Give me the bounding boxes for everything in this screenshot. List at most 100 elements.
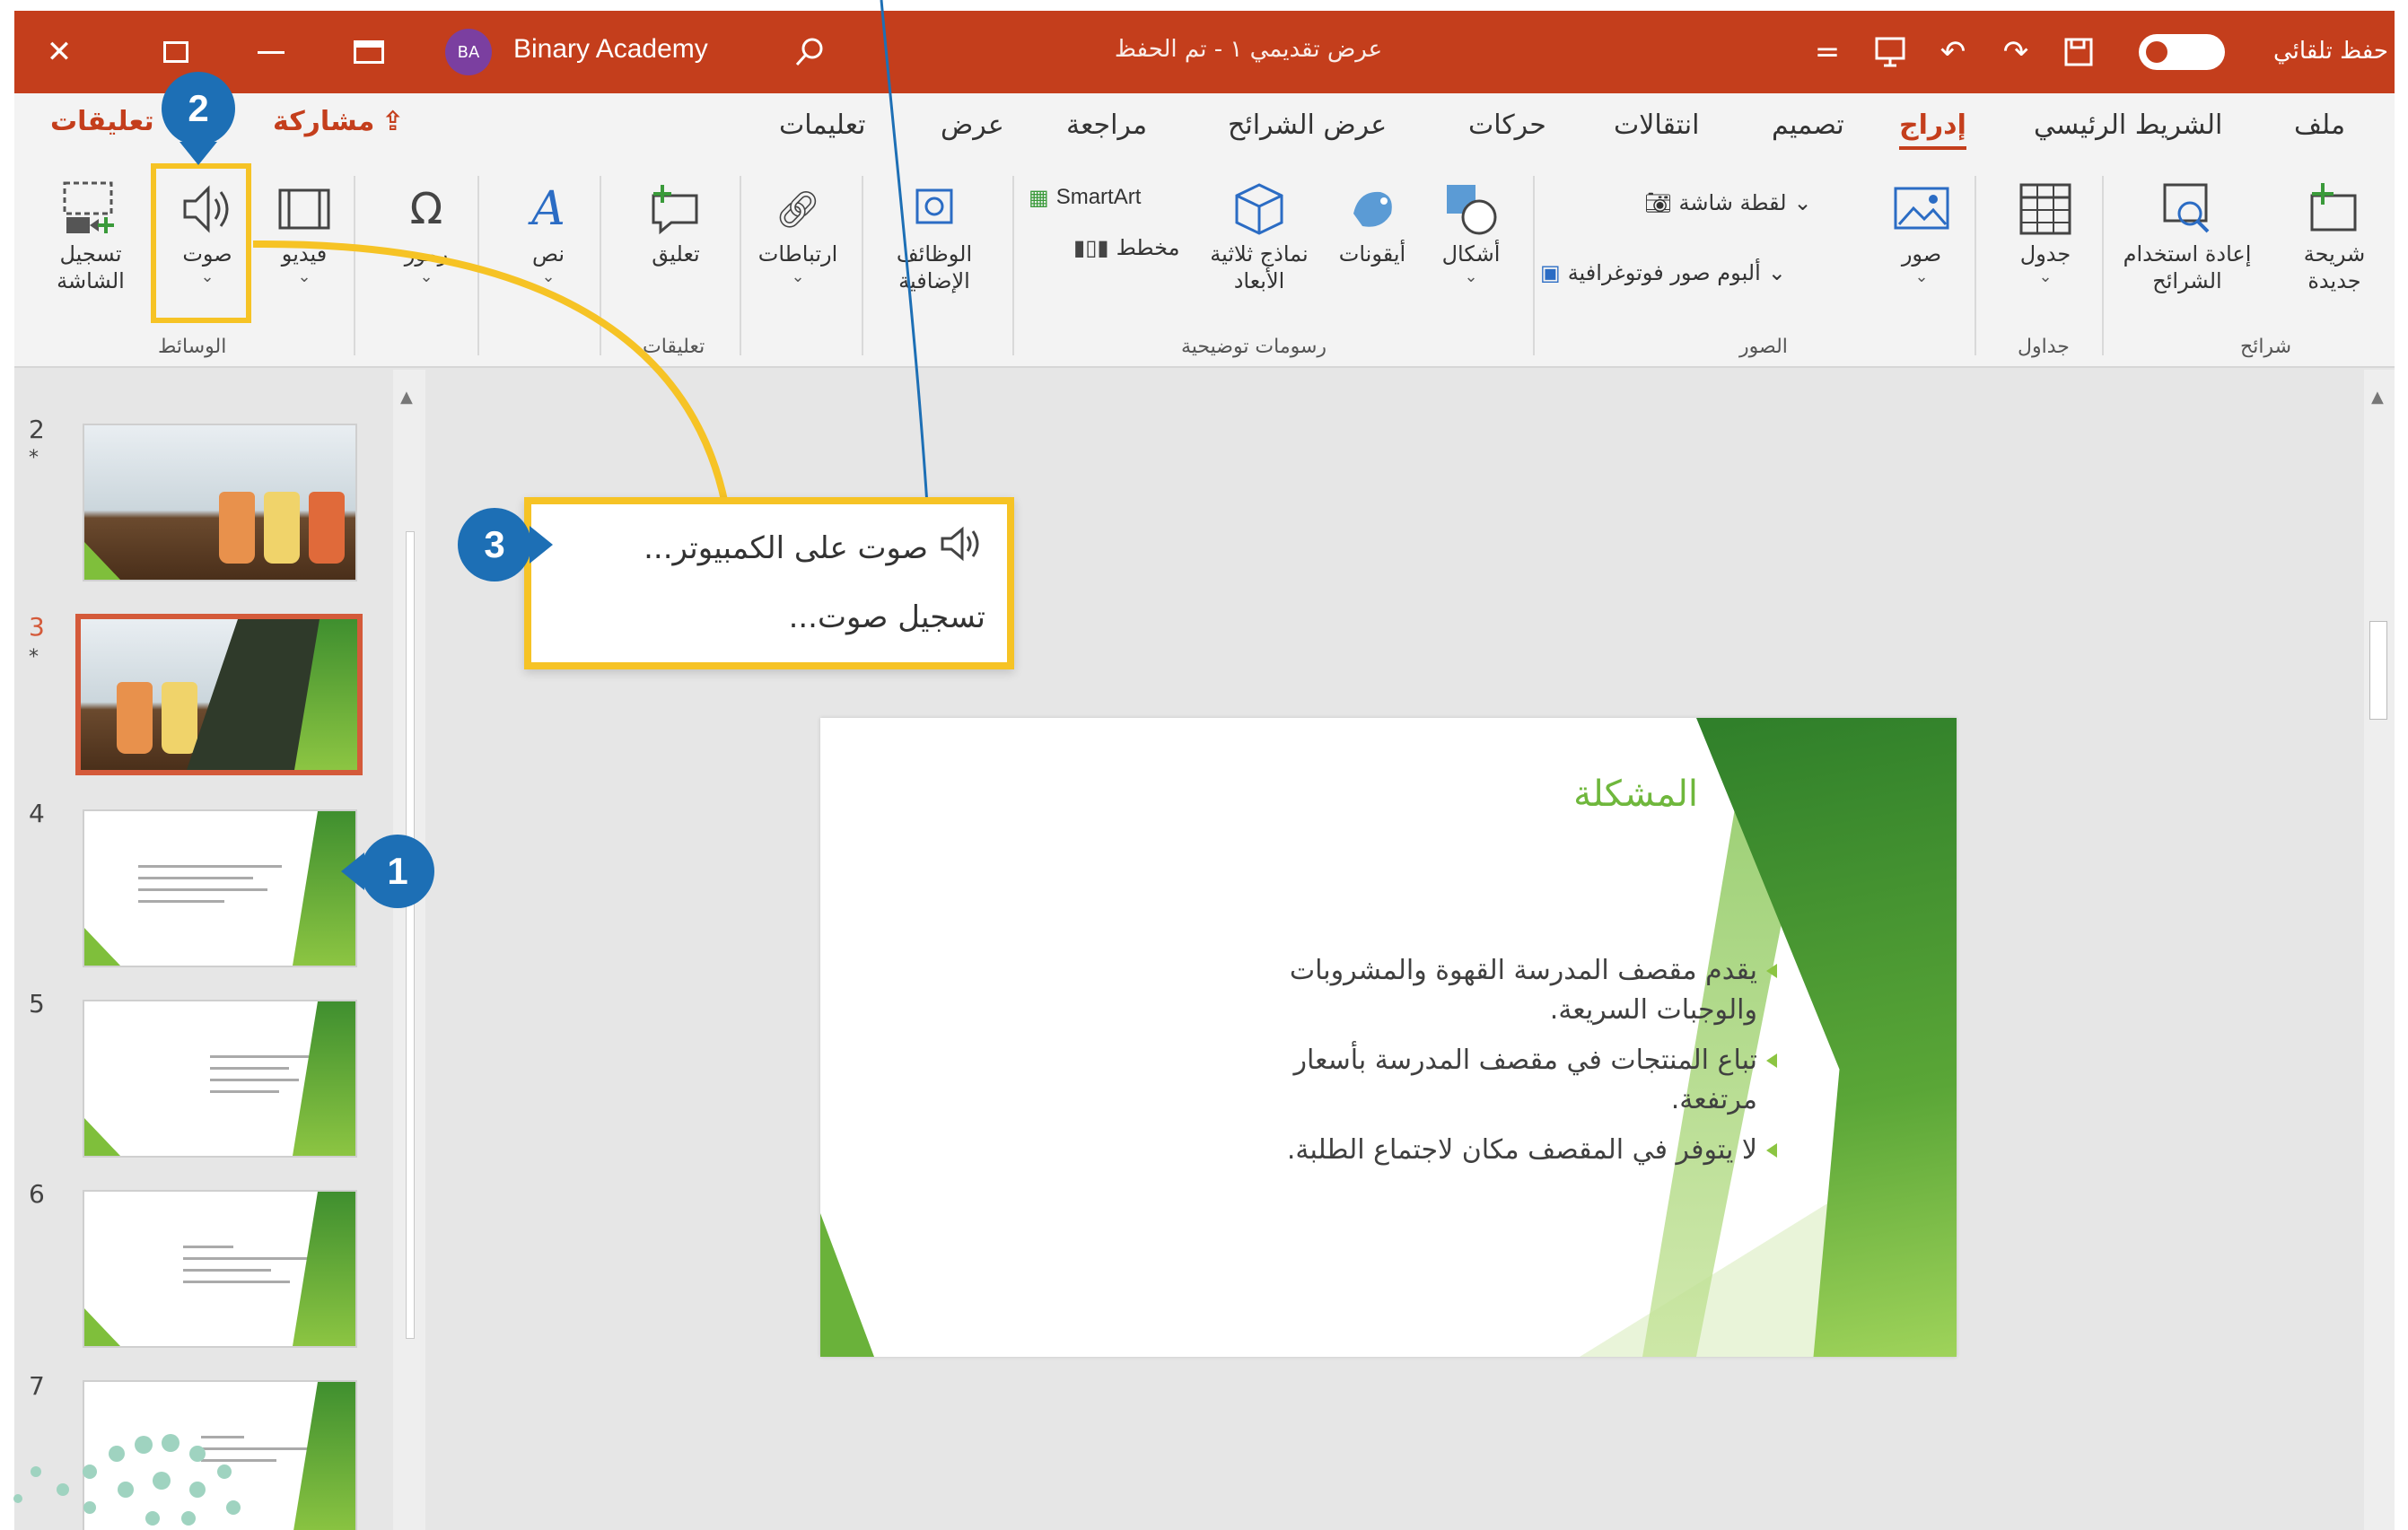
bullet-item[interactable]: تباع المنتجات في مقصف المدرسة بأسعار مرت… <box>1203 1041 1777 1120</box>
ribbon-separator <box>740 176 741 355</box>
audio-on-pc-item[interactable]: صوت على الكمبيوتر... <box>644 524 985 572</box>
autosave-toggle[interactable] <box>2132 11 2231 93</box>
photo-album-button[interactable]: ⌄ ألبوم صور فوتوغرافية ▣ <box>1540 260 1786 285</box>
tab-transitions[interactable]: انتقالات <box>1614 109 1699 141</box>
new-slide-button[interactable]: شريحة جديدة <box>2285 178 2384 330</box>
ribbon-separator <box>1533 176 1535 355</box>
icons-button[interactable]: أيقونات <box>1332 178 1413 330</box>
ribbon-separator <box>2102 176 2104 355</box>
media-group-label: الوسائط <box>158 336 227 358</box>
screen-recording-button[interactable]: تسجيل الشاشة <box>50 178 131 330</box>
comment-button[interactable]: تعليق <box>635 178 716 330</box>
ribbon-separator <box>862 176 863 355</box>
screen-recording-label: تسجيل الشاشة <box>57 241 125 293</box>
chart-label: مخطط <box>1116 235 1180 260</box>
smartart-button[interactable]: SmartArt ▦ <box>1029 185 1141 210</box>
tab-review[interactable]: مراجعة <box>1066 109 1147 141</box>
comments-button[interactable]: تعليقات <box>50 106 154 137</box>
chevron-down-icon: ⌄ <box>1914 267 1929 286</box>
document-title[interactable]: عرض تقديمي ١ - تم الحفظ <box>1046 36 1450 63</box>
step-callout-3: 3 <box>458 508 553 581</box>
present-icon[interactable] <box>1863 11 1917 93</box>
slide-thumbnail-2[interactable] <box>83 424 357 581</box>
chart-button[interactable]: مخطط ▮▯▮ <box>1073 235 1179 260</box>
slide-thumbnail-5[interactable] <box>83 1000 357 1158</box>
ribbon-display-options-icon[interactable] <box>337 11 400 93</box>
slide-thumbnail-3[interactable] <box>75 614 363 775</box>
symbols-label: رموز <box>404 241 449 267</box>
tab-file[interactable]: ملف <box>2294 109 2345 141</box>
3d-models-button[interactable]: نماذج ثلاثية الأبعاد <box>1192 178 1327 330</box>
link-icon: 🔗︎ <box>775 188 821 231</box>
photo-album-icon: ▣ <box>1540 260 1561 285</box>
tab-slideshow[interactable]: عرض الشرائح <box>1228 109 1387 141</box>
text-lines <box>138 865 282 912</box>
step-callout-2: 2 <box>162 72 235 165</box>
tab-home[interactable]: الشريط الرئيسي <box>2034 109 2222 141</box>
speaker-icon <box>939 524 985 572</box>
icons-icon <box>1341 178 1404 240</box>
screenshot-icon: 📷︎ <box>1644 190 1672 215</box>
picture-icon <box>1890 178 1953 240</box>
slide-thumbnail-4[interactable] <box>83 809 357 967</box>
editor-scrollbar[interactable]: ▲ <box>2364 370 2395 1530</box>
pictures-button[interactable]: صور ⌄ <box>1881 178 1962 330</box>
close-icon[interactable]: ✕ <box>32 11 86 93</box>
current-slide[interactable]: المشكلة يقدم مقصف المدرسة القهوة والمشرو… <box>820 718 1957 1357</box>
slide-number: 6 <box>29 1179 45 1209</box>
slide-bullet-list[interactable]: يقدم مقصف المدرسة القهوة والمشروبات والو… <box>1203 951 1777 1181</box>
table-button[interactable]: جدول ⌄ <box>2005 178 2086 330</box>
tab-help[interactable]: تعليمات <box>779 109 866 141</box>
comments-group-label: تعليقات <box>643 336 705 358</box>
scrollbar-thumb[interactable] <box>2369 621 2387 720</box>
tab-design[interactable]: تصميم <box>1772 109 1844 141</box>
tab-insert[interactable]: إدراج <box>1899 109 1966 150</box>
text-button[interactable]: A نص ⌄ <box>508 178 589 330</box>
undo-icon[interactable]: ↶ <box>1926 11 1980 93</box>
drink-cup <box>219 492 255 564</box>
customize-toolbar-icon[interactable]: = <box>1809 11 1845 93</box>
redo-icon[interactable]: ↷ <box>1989 11 2043 93</box>
tab-view[interactable]: عرض <box>941 109 1004 141</box>
record-audio-item[interactable]: تسجيل صوت... <box>789 599 985 635</box>
slide-number: 4 <box>29 799 45 828</box>
slide-thumbnail-6[interactable] <box>83 1190 357 1348</box>
tab-animations[interactable]: حركات <box>1468 109 1546 141</box>
user-name[interactable]: Binary Academy <box>513 34 708 65</box>
drink-cup <box>264 492 300 564</box>
links-label: ارتباطات <box>757 241 838 267</box>
share-button[interactable]: ⇪ مشاركة <box>273 106 404 137</box>
symbols-button[interactable]: Ω رموز ⌄ <box>386 178 467 330</box>
ribbon-separator <box>1975 176 1976 355</box>
shapes-button[interactable]: أشكال ⌄ <box>1431 178 1511 330</box>
autosave-label: حفظ تلقائي <box>2273 38 2388 65</box>
slide-number: 5 <box>29 989 45 1019</box>
bullet-item[interactable]: يقدم مقصف المدرسة القهوة والمشروبات والو… <box>1203 951 1777 1030</box>
links-button[interactable]: 🔗︎ ارتباطات ⌄ <box>757 178 838 330</box>
chevron-down-icon: ⌄ <box>2038 267 2053 286</box>
tables-group-label: جداول <box>2018 336 2070 358</box>
slide-number: 3 <box>29 612 45 642</box>
record-audio-label: تسجيل صوت... <box>788 599 985 635</box>
new-slide-icon <box>2303 178 2366 240</box>
avatar[interactable]: BA <box>443 11 494 93</box>
slide-number: 7 <box>29 1371 45 1401</box>
save-icon[interactable] <box>2052 11 2106 93</box>
reuse-slides-button[interactable]: إعادة استخدام الشرائح <box>2111 178 2264 330</box>
smartart-icon: ▦ <box>1029 185 1049 210</box>
minimize-icon[interactable] <box>244 11 298 93</box>
scroll-up-icon[interactable]: ▲ <box>2371 388 2384 407</box>
bullet-item[interactable]: لا يتوفر في المقصف مكان لاجتماع الطلبة. <box>1203 1131 1777 1170</box>
slide-title[interactable]: المشكلة <box>1573 774 1698 815</box>
reuse-slides-label: إعادة استخدام الشرائح <box>2123 241 2252 293</box>
addins-button[interactable]: الوظائف الإضافية <box>876 178 993 330</box>
comment-label: تعليق <box>652 241 700 267</box>
video-button[interactable]: فيديو ⌄ <box>264 178 345 330</box>
scrollbar-thumb[interactable] <box>406 531 415 1339</box>
search-icon[interactable] <box>783 11 836 93</box>
screenshot-button[interactable]: ⌄ لقطة شاشة 📷︎ <box>1644 190 1812 215</box>
thumbnails-scrollbar[interactable]: ▲ <box>393 370 425 1530</box>
audio-button-highlight <box>151 163 251 323</box>
shapes-label: أشكال <box>1441 241 1501 267</box>
scroll-up-icon[interactable]: ▲ <box>400 388 413 407</box>
